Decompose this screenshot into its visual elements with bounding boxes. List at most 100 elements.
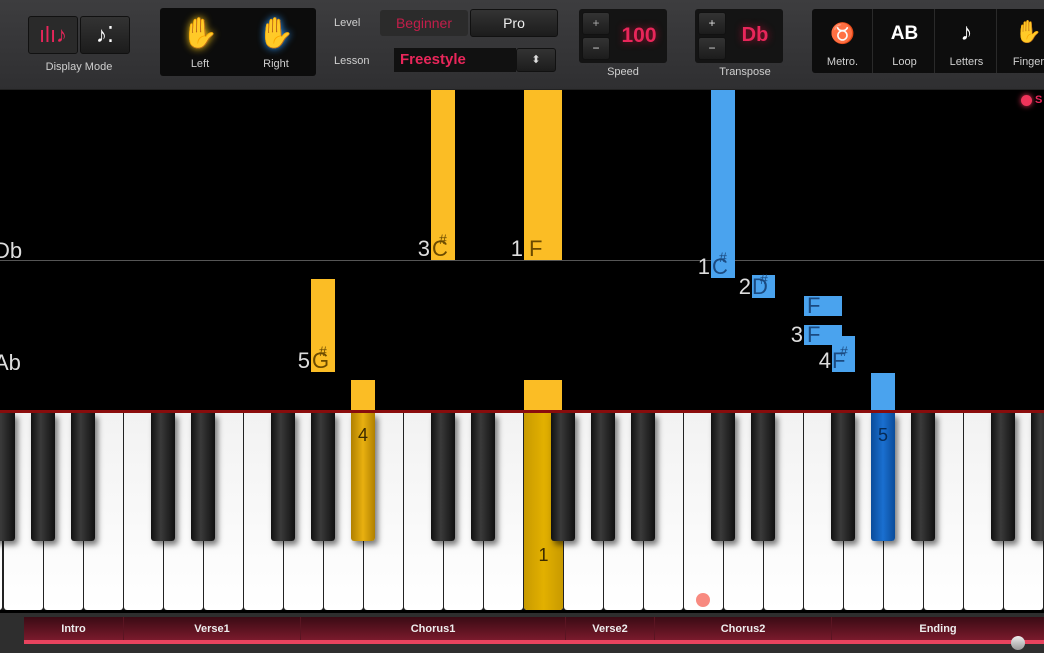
- right-hand-label[interactable]: Right: [256, 58, 296, 70]
- loop-ab-icon: AB: [890, 23, 919, 44]
- letters-label: Letters: [949, 56, 984, 68]
- sharp-sign: #: [439, 231, 447, 247]
- record-label[interactable]: S: [1035, 94, 1042, 106]
- note-bar: F: [804, 293, 842, 318]
- transpose-control: + − Db: [695, 9, 783, 63]
- pressed-black-key[interactable]: 4: [351, 413, 375, 541]
- black-key[interactable]: [631, 413, 655, 541]
- note-bar: 5 G #: [298, 279, 335, 372]
- left-hand-label[interactable]: Left: [180, 58, 220, 70]
- note-bar: 4 F #: [819, 336, 855, 372]
- finger-number: 5: [297, 348, 310, 373]
- note-bar: [351, 380, 375, 410]
- black-key[interactable]: [431, 413, 455, 541]
- section-verse1[interactable]: Verse1: [124, 617, 301, 640]
- display-mode-falling-button[interactable]: ılı♪: [28, 16, 78, 54]
- song-sections: Intro Verse1 Chorus1 Verse2 Chorus2 Endi…: [24, 617, 1044, 644]
- right-hand-icon[interactable]: ✋: [256, 16, 296, 51]
- black-key[interactable]: [591, 413, 615, 541]
- lesson-select[interactable]: Freestyle: [394, 48, 516, 72]
- metronome-button[interactable]: ♉ Metro.: [812, 9, 873, 73]
- black-key[interactable]: [551, 413, 575, 541]
- section-intro[interactable]: Intro: [24, 617, 124, 640]
- tools-panel: ♉ Metro. AB Loop ♪ Letters ✋ Finger: [812, 9, 1044, 73]
- black-key[interactable]: [151, 413, 175, 541]
- note-bar: [524, 380, 562, 410]
- black-key[interactable]: [471, 413, 495, 541]
- note-bar: 1 C #: [698, 90, 735, 278]
- finger-hand-icon: ✋: [1014, 19, 1043, 44]
- black-key[interactable]: [271, 413, 295, 541]
- toolbar: ılı♪ ♪⁚ Display Mode ✋ Left ✋ Right Leve…: [0, 0, 1044, 90]
- finger-number: 1: [510, 236, 523, 261]
- letters-button[interactable]: ♪ Letters: [936, 9, 997, 73]
- row-label-ab: Ab: [0, 350, 21, 375]
- note-bar: 3 C #: [418, 90, 455, 260]
- black-key[interactable]: [191, 413, 215, 541]
- finger-number: 1: [538, 545, 549, 565]
- section-chorus1[interactable]: Chorus1: [301, 617, 566, 640]
- pressed-black-key[interactable]: 5: [871, 413, 895, 541]
- transpose-minus-button[interactable]: −: [698, 37, 726, 60]
- record-dot-icon[interactable]: [1021, 95, 1032, 106]
- note-letter: F: [807, 293, 821, 318]
- progress-slider-thumb[interactable]: [1011, 636, 1025, 650]
- sharp-sign: #: [319, 343, 327, 359]
- loop-button[interactable]: AB Loop: [874, 9, 935, 73]
- note-letter: F: [807, 322, 821, 347]
- level-beginner-button[interactable]: Beginner: [380, 10, 468, 36]
- transpose-plus-button[interactable]: +: [698, 12, 726, 35]
- black-key[interactable]: [831, 413, 855, 541]
- black-key[interactable]: [911, 413, 935, 541]
- section-chorus2[interactable]: Chorus2: [655, 617, 832, 640]
- note-letter: F: [529, 236, 543, 261]
- section-ending[interactable]: Ending: [832, 617, 1044, 640]
- sheet-notes-icon: ♪⁚: [96, 22, 114, 47]
- note-bar: 2 D #: [739, 271, 775, 298]
- level-label: Level: [334, 17, 361, 29]
- black-key[interactable]: [991, 413, 1015, 541]
- black-key[interactable]: [31, 413, 55, 541]
- sharp-sign: #: [760, 271, 768, 287]
- lesson-label: Lesson: [334, 55, 370, 67]
- level-pro-button[interactable]: Pro: [470, 9, 558, 37]
- black-key[interactable]: [1031, 413, 1044, 541]
- note-bar: [871, 373, 895, 410]
- note-bar: 1F: [511, 90, 562, 261]
- black-key[interactable]: [311, 413, 335, 541]
- black-key[interactable]: [711, 413, 735, 541]
- finger-label: Finger: [1012, 56, 1044, 68]
- finger-number: 4: [818, 348, 831, 373]
- metronome-icon: ♉: [830, 23, 855, 45]
- finger-number: 3: [790, 322, 803, 347]
- music-note-icon: ♪: [960, 19, 973, 46]
- piano-keyboard[interactable]: 1 4 5: [0, 410, 1044, 610]
- falling-notes-icon: ılı♪: [38, 22, 68, 47]
- sharp-sign: #: [840, 343, 848, 359]
- black-key[interactable]: [0, 413, 15, 541]
- sharp-sign: #: [719, 249, 727, 265]
- finger-number: 1: [697, 254, 710, 279]
- section-verse2[interactable]: Verse2: [566, 617, 655, 640]
- speed-minus-button[interactable]: −: [582, 37, 610, 60]
- display-mode-sheet-button[interactable]: ♪⁚: [80, 16, 130, 54]
- hands-panel: ✋ Left ✋ Right: [160, 8, 316, 76]
- finger-number: 4: [357, 425, 368, 445]
- metronome-label: Metro.: [826, 56, 859, 68]
- lesson-stepper-icon[interactable]: ⬍: [516, 48, 556, 72]
- transpose-value: Db: [741, 24, 769, 46]
- speed-control: + − 100: [579, 9, 667, 63]
- speed-value: 100: [621, 24, 657, 47]
- transpose-label: Transpose: [719, 66, 771, 78]
- finger-number: 5: [877, 425, 888, 445]
- speed-label: Speed: [607, 66, 639, 78]
- black-key[interactable]: [751, 413, 775, 541]
- speed-plus-button[interactable]: +: [582, 12, 610, 35]
- left-hand-icon[interactable]: ✋: [180, 16, 220, 51]
- middle-c-marker-dot: [696, 593, 710, 607]
- display-mode-label: Display Mode: [45, 61, 113, 73]
- finger-button[interactable]: ✋ Finger: [998, 9, 1044, 73]
- black-key[interactable]: [71, 413, 95, 541]
- finger-number: 2: [738, 274, 751, 299]
- row-label-db: Db: [0, 238, 23, 263]
